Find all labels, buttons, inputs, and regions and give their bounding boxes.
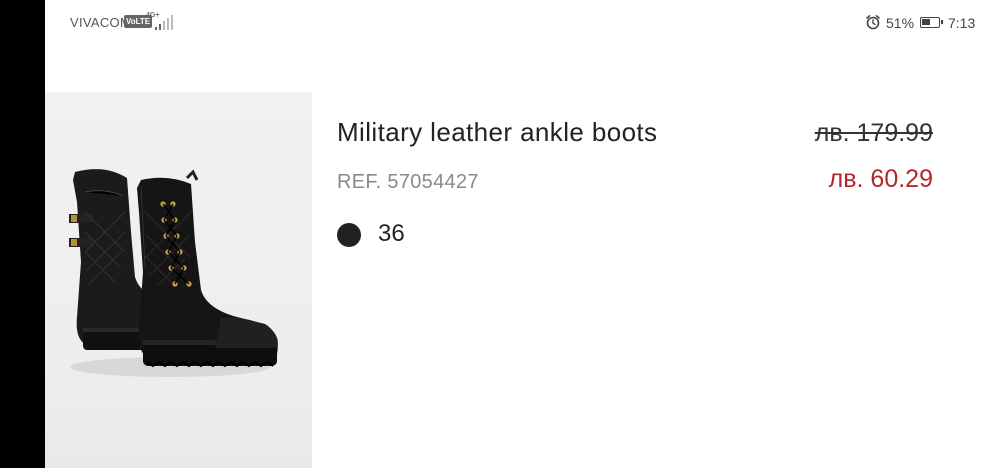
- color-swatch: [337, 223, 361, 247]
- boots-image: [69, 169, 278, 377]
- app-screen: VIVACOM VoLTE 4G+ 51% 7:13 Military leat…: [45, 0, 1000, 468]
- product-title[interactable]: Military leather ankle boots: [337, 117, 657, 148]
- original-price: лв. 179.99: [814, 119, 933, 147]
- battery-percent: 51%: [886, 15, 915, 31]
- sale-price: лв. 60.29: [828, 165, 933, 193]
- battery-level-fill: [922, 19, 930, 25]
- battery-icon: [920, 17, 943, 28]
- product-ref: REF. 57054427: [337, 171, 479, 193]
- alarm-icon: [866, 15, 880, 30]
- boot-front: [137, 169, 278, 368]
- product-image[interactable]: [45, 92, 312, 468]
- status-bar: VIVACOM VoLTE 4G+ 51% 7:13: [45, 0, 1000, 44]
- carrier-name: VIVACOM: [70, 15, 132, 30]
- signal-icon: [149, 14, 175, 30]
- clock: 7:13: [948, 15, 976, 31]
- size-label: 36: [378, 220, 405, 247]
